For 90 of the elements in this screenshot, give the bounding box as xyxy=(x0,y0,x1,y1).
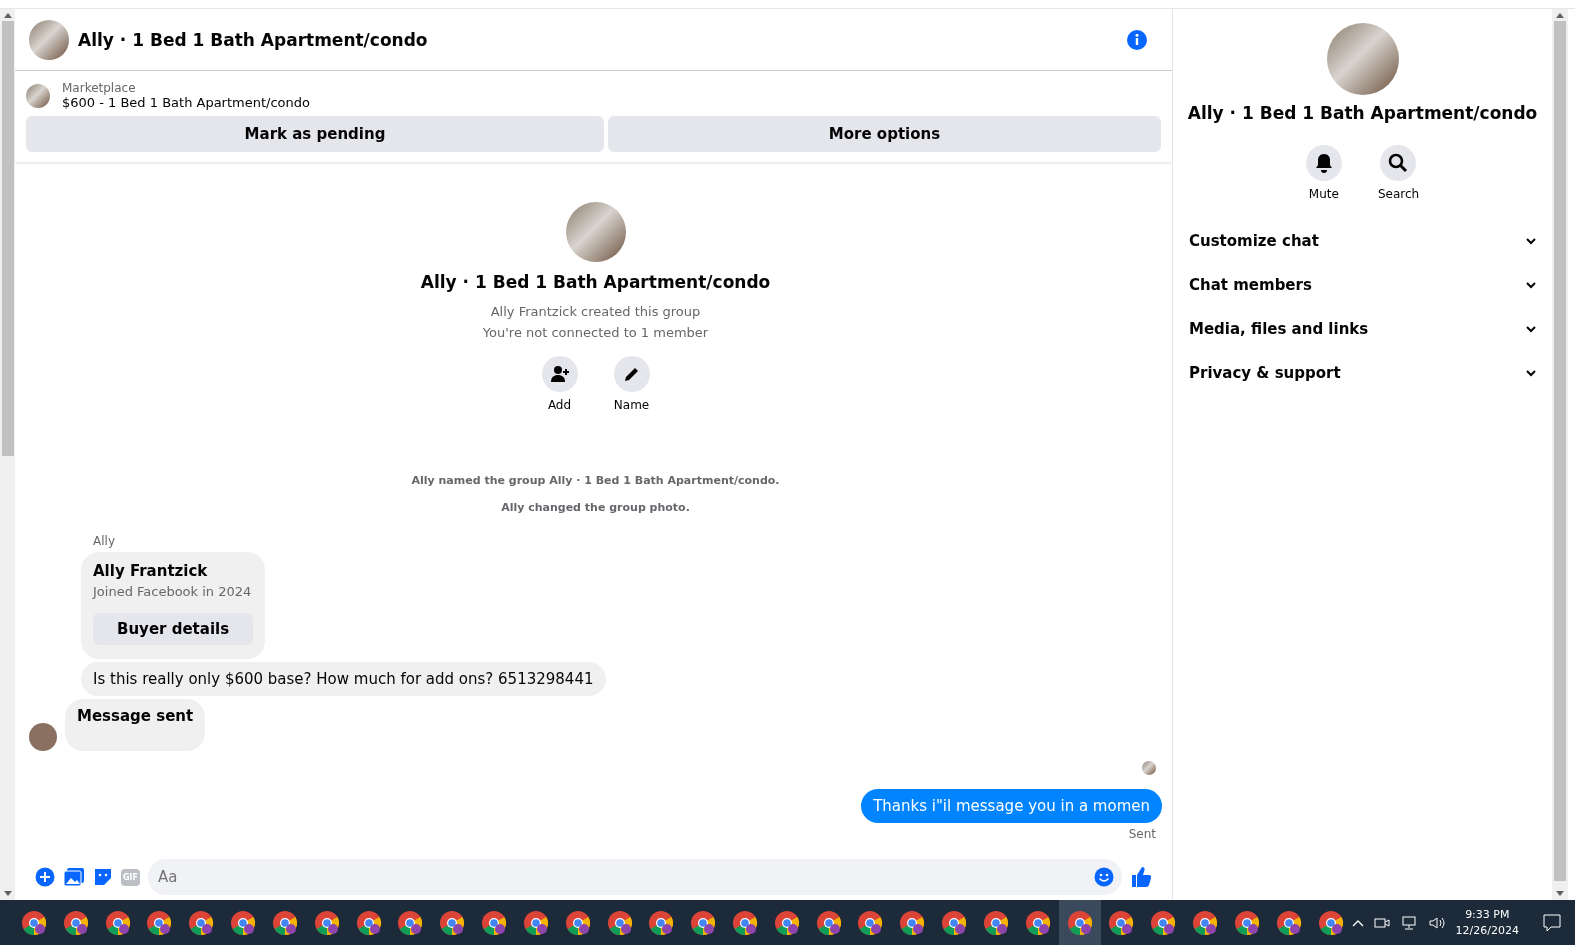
scroll-up-icon[interactable] xyxy=(1556,12,1564,18)
add-person-icon xyxy=(549,365,570,383)
browser-icon xyxy=(146,909,173,936)
browser-icon xyxy=(1024,909,1051,936)
read-receipt-avatar xyxy=(1142,761,1156,775)
group-event-text: Ally changed the group photo. xyxy=(501,501,690,514)
browser-icon xyxy=(1066,909,1093,936)
add-person-button[interactable] xyxy=(541,356,578,392)
listing-action-button[interactable]: More options xyxy=(608,116,1161,152)
buyer-details-button[interactable]: Buyer details xyxy=(93,613,254,645)
collapsible-section[interactable]: Media, files and links xyxy=(1173,307,1552,351)
browser-taskbar-button[interactable] xyxy=(1058,900,1101,945)
emoji-icon[interactable] xyxy=(1094,867,1114,887)
group-event-text: Ally named the group Ally · 1 Bed 1 Bath Apartment/condo. xyxy=(411,474,780,487)
listing-title[interactable]: $600 - 1 Bed 1 Bath Apartment/condo xyxy=(62,95,310,110)
message-bubble: Thanks i"il message you in a momen xyxy=(861,789,1162,823)
scroll-up-icon[interactable] xyxy=(3,12,12,18)
browser-icon xyxy=(899,909,926,936)
action-label: Mute xyxy=(1308,187,1339,201)
network-icon[interactable] xyxy=(1399,915,1418,930)
browser-icon xyxy=(62,909,89,936)
listing-photo-placeholder xyxy=(26,83,50,108)
collapsible-section[interactable]: Chat members xyxy=(1173,263,1552,307)
group-info-text: Ally Frantzick created this group xyxy=(490,304,701,319)
browser-icon xyxy=(1108,909,1135,936)
browser-icon xyxy=(439,909,466,936)
browser-icon xyxy=(690,909,717,936)
browser-icon xyxy=(230,909,257,936)
browser-icon xyxy=(857,909,884,936)
scrollbar-thumb[interactable] xyxy=(1554,21,1566,881)
browser-icon xyxy=(1233,909,1260,936)
scrollbar-thumb[interactable] xyxy=(1,21,14,456)
browser-icon xyxy=(20,909,47,936)
profile-name: Ally Frantzick xyxy=(93,562,209,580)
side-panel-title: Ally · 1 Bed 1 Bath Apartment/condo xyxy=(1187,103,1538,123)
sender-name: Ally xyxy=(93,534,116,548)
scroll-down-icon[interactable] xyxy=(3,891,12,897)
profile-detail: Joined Facebook in 2024 xyxy=(93,584,253,599)
browser-icon xyxy=(773,909,800,936)
browser-icon xyxy=(606,909,633,936)
browser-icon xyxy=(941,909,968,936)
collapsible-section[interactable]: Customize chat xyxy=(1173,219,1552,263)
browser-icon xyxy=(1192,909,1219,936)
info-icon[interactable] xyxy=(1126,28,1148,51)
message-bubble: Message sent xyxy=(65,699,206,751)
browser-icon xyxy=(815,909,842,936)
browser-icon xyxy=(397,909,424,936)
clock[interactable]: 9:33 PM 12/26/2024 xyxy=(1455,908,1519,937)
group-info-text: You're not connected to 1 member xyxy=(482,325,709,340)
action-label: Search xyxy=(1377,187,1420,201)
listing-action-button[interactable]: Mark as pending xyxy=(26,116,604,152)
pencil-icon xyxy=(622,365,641,383)
action-label: Add xyxy=(547,398,572,412)
avatar-placeholder xyxy=(29,723,57,751)
image-icon[interactable] xyxy=(63,867,85,887)
browser-icon xyxy=(522,909,549,936)
chat-title: Ally · 1 Bed 1 Bath Apartment/condo xyxy=(78,29,428,50)
group-name: Ally · 1 Bed 1 Bath Apartment/condo xyxy=(420,272,771,292)
sticker-icon[interactable] xyxy=(93,867,113,887)
collapsible-section[interactable]: Privacy & support xyxy=(1173,351,1552,395)
volume-icon[interactable] xyxy=(1427,915,1446,930)
browser-icon xyxy=(1275,909,1302,936)
browser-icon xyxy=(104,909,131,936)
message-input-field[interactable]: Aa xyxy=(148,859,1094,895)
browser-icon xyxy=(355,909,382,936)
action-label: Name xyxy=(613,398,650,412)
search-icon xyxy=(1388,153,1409,173)
browser-icon xyxy=(1317,909,1344,936)
plus-icon[interactable] xyxy=(35,867,55,887)
group-photo-placeholder[interactable] xyxy=(29,19,69,60)
edit-name-button[interactable] xyxy=(613,356,650,392)
browser-icon xyxy=(188,909,215,936)
notification-icon[interactable] xyxy=(1543,913,1561,932)
browser-icon xyxy=(732,909,758,936)
browser-icon xyxy=(313,909,340,936)
search-button[interactable] xyxy=(1380,145,1417,181)
browser-icon xyxy=(1150,909,1177,936)
bell-icon xyxy=(1314,153,1333,173)
browser-icon xyxy=(481,909,507,936)
camera-icon[interactable] xyxy=(1373,915,1390,930)
message-bubble: Is this really only $600 base? How much for add ons? 6513298441 xyxy=(81,662,606,696)
scroll-down-icon[interactable] xyxy=(1556,891,1564,897)
browser-icon xyxy=(648,909,675,936)
browser-icon xyxy=(271,909,298,936)
message-status: Sent xyxy=(1128,827,1156,841)
mute-button[interactable] xyxy=(1305,145,1342,181)
listing-source: Marketplace xyxy=(62,81,137,95)
browser-icon xyxy=(564,909,591,936)
browser-icon xyxy=(982,909,1009,936)
thumbs-up-icon[interactable] xyxy=(1130,866,1152,888)
